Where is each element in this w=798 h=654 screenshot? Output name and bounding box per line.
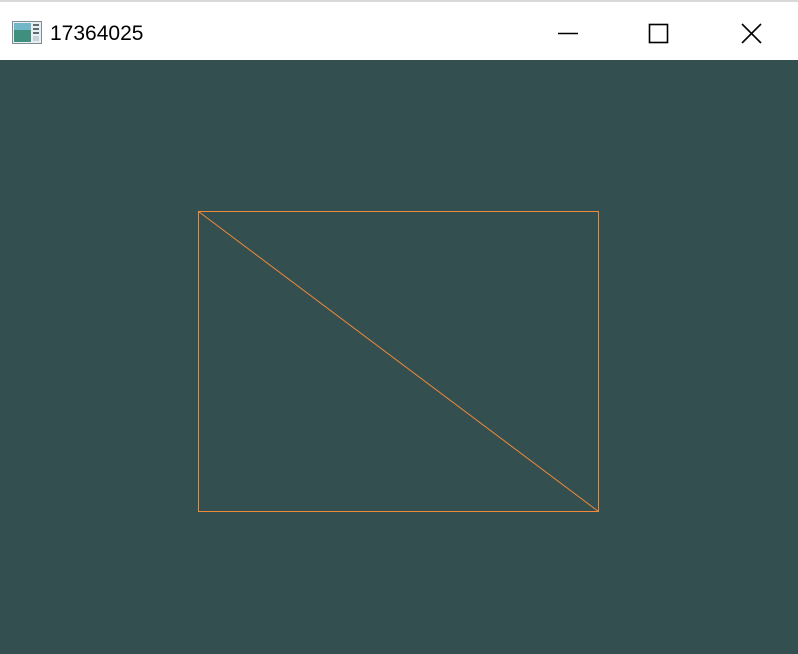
scene-svg [0,60,798,654]
minimize-icon [558,32,578,35]
maximize-button[interactable] [612,2,706,60]
close-icon [741,23,762,44]
close-button[interactable] [704,2,798,60]
title-bar[interactable]: 17364025 [0,2,798,60]
minimize-button[interactable] [521,2,615,60]
canvas-background [0,60,798,654]
render-canvas[interactable] [0,60,798,654]
app-window-icon[interactable] [12,21,42,45]
app-window: 17364025 [0,0,798,654]
window-title: 17364025 [50,22,144,45]
maximize-icon [648,23,669,44]
